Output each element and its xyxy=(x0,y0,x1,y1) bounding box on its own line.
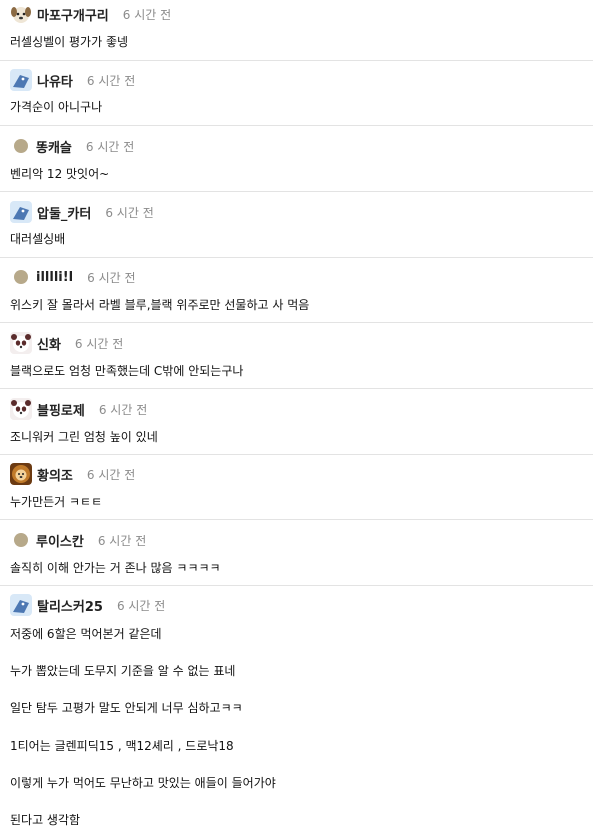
username[interactable]: 나유타 xyxy=(37,71,73,90)
username[interactable]: 루이스칸 xyxy=(36,531,84,550)
divider xyxy=(0,585,593,586)
username[interactable]: 압둘_카터 xyxy=(37,203,91,222)
username[interactable]: 블핑로제 xyxy=(37,400,85,419)
comment-text: 러셀싱벨이 평가가 좋넹 xyxy=(10,35,129,49)
comment-text: 벤리악 12 맛잇어~ xyxy=(10,167,110,181)
divider xyxy=(0,322,593,323)
dot-avatar-icon[interactable] xyxy=(14,270,28,284)
timestamp: 6 시간 전 xyxy=(105,205,154,220)
comment-header: 압둘_카터 6 시간 전 xyxy=(10,201,154,223)
timestamp: 6 시간 전 xyxy=(122,7,172,22)
panda-avatar-icon[interactable] xyxy=(10,332,32,354)
timestamp: 6 시간 전 xyxy=(97,533,147,548)
timestamp: 6 시간 전 xyxy=(86,73,136,88)
comment-text: 누가 뽑았는데 도무지 기준을 알 수 없는 표네 xyxy=(10,664,236,678)
bird-avatar-icon[interactable] xyxy=(10,69,32,91)
username[interactable]: 마포구개구리 xyxy=(37,5,109,24)
comment-text: 위스키 잘 몰라서 라벨 블루,블랙 위주로만 선물하고 사 먹음 xyxy=(10,298,310,312)
timestamp: 6 시간 전 xyxy=(85,139,135,154)
timestamp: 6 시간 전 xyxy=(74,336,124,351)
comment-header: 블핑로제 6 시간 전 xyxy=(10,398,147,420)
bird-avatar-icon[interactable] xyxy=(10,594,32,616)
comment-header: illlli!l 6 시간 전 xyxy=(10,266,136,288)
puppy-avatar-icon[interactable] xyxy=(10,3,32,25)
lion-avatar-icon[interactable] xyxy=(10,463,32,485)
username[interactable]: 똥캐슬 xyxy=(36,137,72,156)
divider xyxy=(0,125,593,126)
comment-header: 마포구개구리 6 시간 전 xyxy=(10,3,171,25)
divider xyxy=(0,257,593,258)
timestamp: 6 시간 전 xyxy=(86,467,136,482)
dot-avatar-icon[interactable] xyxy=(14,139,28,153)
comment-text: 1티어는 글렌피딕15 , 맥12셰리 , 드로낙18 xyxy=(10,739,234,753)
username[interactable]: 황의조 xyxy=(37,465,73,484)
timestamp: 6 시간 전 xyxy=(116,598,166,613)
username[interactable]: illlli!l xyxy=(36,270,73,285)
username[interactable]: 신화 xyxy=(37,334,61,353)
comment-text: 된다고 생각함 xyxy=(10,813,81,827)
username[interactable]: 탈리스커25 xyxy=(37,596,103,615)
divider xyxy=(0,60,593,61)
comment-header: 루이스칸 6 시간 전 xyxy=(10,529,146,551)
divider xyxy=(0,191,593,192)
comment-text: 가격순이 아니구나 xyxy=(10,100,103,114)
comment-text: 조니워커 그린 엄청 높이 있네 xyxy=(10,430,158,444)
comment-header: 탈리스커25 6 시간 전 xyxy=(10,594,165,616)
comment-text: 대러셀싱배 xyxy=(10,232,66,246)
comment-header: 나유타 6 시간 전 xyxy=(10,69,135,91)
comment-text: 솔직히 이해 안가는 거 존나 많음 ㅋㅋㅋㅋ xyxy=(10,561,221,575)
comment-header: 황의조 6 시간 전 xyxy=(10,463,135,485)
comment-text: 일단 탐두 고평가 말도 안되게 너무 심하고ㅋㅋ xyxy=(10,701,243,715)
divider xyxy=(0,519,593,520)
comment-text: 이렇게 누가 먹어도 무난하고 맛있는 애들이 들어가야 xyxy=(10,776,276,790)
comment-text: 누가만든거 ㅋㅌㅌ xyxy=(10,495,103,509)
divider xyxy=(0,454,593,455)
dot-avatar-icon[interactable] xyxy=(14,533,28,547)
comment-text: 블랙으로도 엄청 만족했는데 C밖에 안되는구나 xyxy=(10,364,244,378)
comment-text: 저중에 6할은 먹어본거 같은데 xyxy=(10,627,162,641)
comment-header: 똥캐슬 6 시간 전 xyxy=(10,135,134,157)
divider xyxy=(0,388,593,389)
timestamp: 6 시간 전 xyxy=(98,402,148,417)
timestamp: 6 시간 전 xyxy=(87,270,136,285)
comment-header: 신화 6 시간 전 xyxy=(10,332,123,354)
bird-avatar-icon[interactable] xyxy=(10,201,32,223)
panda-avatar-icon[interactable] xyxy=(10,398,32,420)
